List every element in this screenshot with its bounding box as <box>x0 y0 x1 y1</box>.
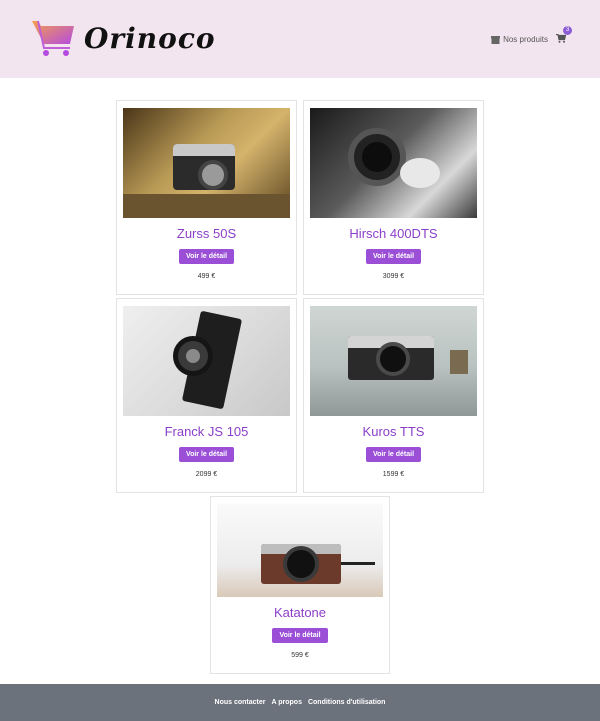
view-detail-button[interactable]: Voir le détail <box>178 249 235 264</box>
product-photo[interactable] <box>310 108 477 218</box>
view-detail-button[interactable]: Voir le détail <box>365 447 422 462</box>
product-photo[interactable] <box>217 504 383 597</box>
product-name: Kuros TTS <box>362 424 425 439</box>
product-photo[interactable] <box>123 108 290 218</box>
nav-products-label: Nos produits <box>503 35 548 44</box>
view-detail-button[interactable]: Voir le détail <box>272 628 328 643</box>
product-card: Kuros TTS Voir le détail 1599 € <box>303 298 484 493</box>
product-photo[interactable] <box>123 306 290 416</box>
shopping-cart-logo-icon <box>32 20 74 56</box>
product-name: Hirsch 400DTS <box>349 226 438 241</box>
view-detail-button[interactable]: Voir le détail <box>178 447 235 462</box>
product-card: Katatone Voir le détail 599 € <box>210 496 390 674</box>
view-detail-button[interactable]: Voir le détail <box>365 249 422 264</box>
product-name: Katatone <box>273 605 327 620</box>
footer-link-contact[interactable]: Nous contacter <box>215 699 266 706</box>
footer-link-about[interactable]: A propos <box>272 699 302 706</box>
product-card: Franck JS 105 Voir le détail 2099 € <box>116 298 297 493</box>
top-nav: Nos produits 3 <box>491 26 572 45</box>
product-photo[interactable] <box>310 306 477 416</box>
brand-logo[interactable]: Orinoco <box>30 18 216 58</box>
cart-count-badge: 3 <box>563 26 572 35</box>
brand-name: Orinoco <box>84 21 216 55</box>
product-price: 499 € <box>197 273 216 280</box>
product-price: 1599 € <box>382 471 405 478</box>
site-header: Orinoco Nos produits 3 <box>0 0 600 78</box>
nav-products-link[interactable]: Nos produits <box>491 35 548 44</box>
cart-button[interactable]: 3 <box>556 26 572 45</box>
store-icon <box>491 35 501 44</box>
site-footer: Nous contacter A propos Conditions d'uti… <box>0 684 600 721</box>
footer-link-terms[interactable]: Conditions d'utilisation <box>308 699 386 706</box>
product-price: 2099 € <box>195 471 218 478</box>
product-price: 599 € <box>291 652 309 659</box>
product-price: 3099 € <box>382 273 405 280</box>
product-name: Franck JS 105 <box>164 424 249 439</box>
product-card: Zurss 50S Voir le détail 499 € <box>116 100 297 295</box>
cart-icon <box>556 33 567 43</box>
product-card: Hirsch 400DTS Voir le détail 3099 € <box>303 100 484 295</box>
product-name: Zurss 50S <box>176 226 237 241</box>
